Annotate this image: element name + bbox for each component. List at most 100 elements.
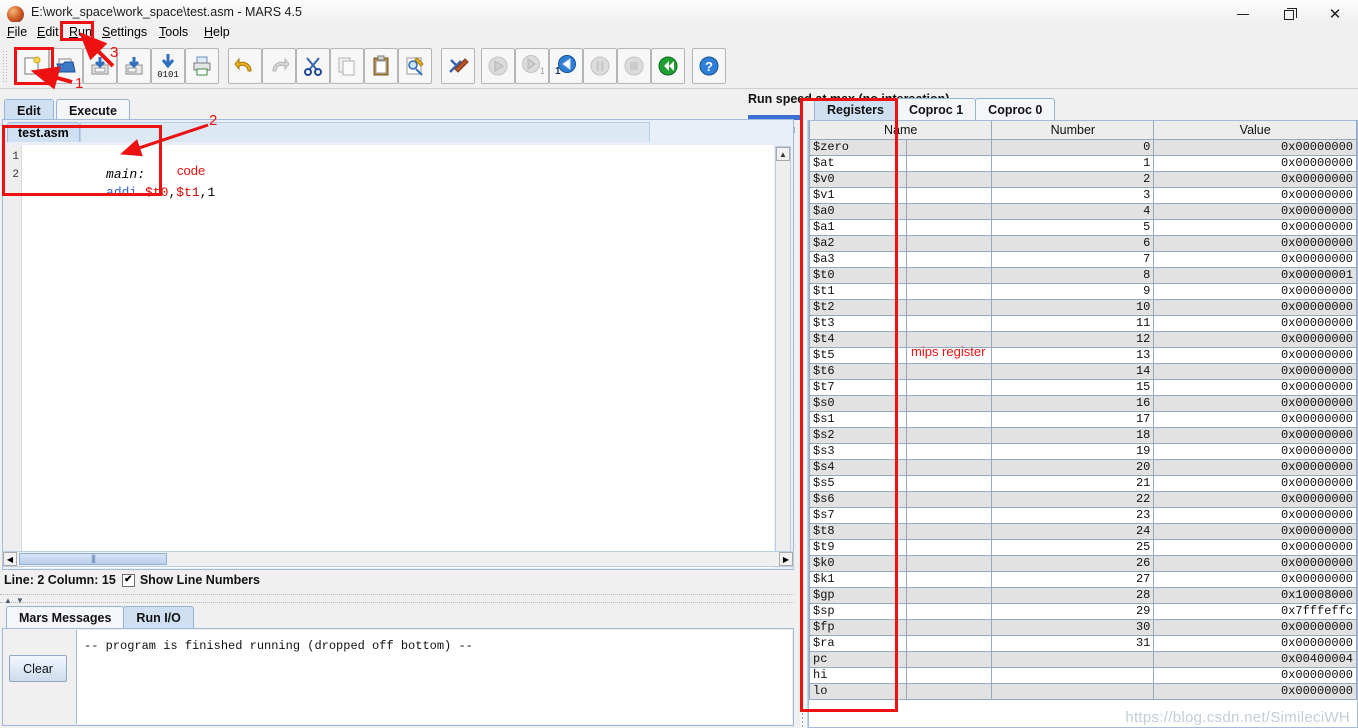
register-value-cell[interactable]: 0x00000001 <box>1154 267 1357 283</box>
register-value-cell[interactable]: 0x00000000 <box>1154 491 1357 507</box>
register-value-cell[interactable]: 0x00000000 <box>1154 555 1357 571</box>
step-backward-button[interactable]: 1 <box>549 48 583 84</box>
run-button[interactable] <box>481 48 515 84</box>
toolbar-grip[interactable] <box>2 50 8 82</box>
scroll-left-icon[interactable]: ◀ <box>3 552 17 566</box>
table-row[interactable]: lo0x00000000 <box>810 683 1357 699</box>
tab-coproc-0[interactable]: Coproc 0 <box>975 98 1055 120</box>
table-row[interactable]: $a370x00000000 <box>810 251 1357 267</box>
registers-left-gutter[interactable] <box>800 120 808 728</box>
register-value-cell[interactable]: 0x00000000 <box>1154 459 1357 475</box>
register-value-cell[interactable]: 0x00000000 <box>1154 523 1357 539</box>
table-row[interactable]: $sp290x7fffeffc <box>810 603 1357 619</box>
register-value-cell[interactable]: 0x00000000 <box>1154 235 1357 251</box>
table-row[interactable]: $s5210x00000000 <box>810 475 1357 491</box>
stop-button[interactable] <box>617 48 651 84</box>
scroll-right-icon[interactable]: ▶ <box>779 552 793 566</box>
tab-edit[interactable]: Edit <box>4 99 54 121</box>
tab-run-io[interactable]: Run I/O <box>123 606 193 628</box>
code-editor-area[interactable]: 1 2 main: addi $t0,$t1,1 <box>4 145 774 568</box>
scroll-up-icon[interactable]: ▲ <box>776 147 790 161</box>
table-row[interactable]: $t4120x00000000 <box>810 331 1357 347</box>
register-value-cell[interactable]: 0x00000000 <box>1154 203 1357 219</box>
table-row[interactable]: $s7230x00000000 <box>810 507 1357 523</box>
print-button[interactable] <box>185 48 219 84</box>
register-value-cell[interactable]: 0x00000000 <box>1154 139 1357 155</box>
table-row[interactable]: $gp280x10008000 <box>810 587 1357 603</box>
table-row[interactable]: $a260x00000000 <box>810 235 1357 251</box>
register-value-cell[interactable]: 0x00000000 <box>1154 171 1357 187</box>
code-text[interactable]: main: addi $t0,$t1,1 <box>28 148 774 184</box>
register-value-cell[interactable]: 0x00000000 <box>1154 283 1357 299</box>
dump-memory-button[interactable]: 0101 <box>151 48 185 84</box>
table-row[interactable]: $s3190x00000000 <box>810 443 1357 459</box>
tab-execute[interactable]: Execute <box>56 99 130 121</box>
table-row[interactable]: $t8240x00000000 <box>810 523 1357 539</box>
split-pane-divider[interactable]: ▲ ▼ <box>0 594 794 603</box>
column-header-number[interactable]: Number <box>992 121 1154 139</box>
register-value-cell[interactable]: 0x10008000 <box>1154 587 1357 603</box>
table-row[interactable]: $a150x00000000 <box>810 219 1357 235</box>
file-tab-test-asm[interactable]: test.asm <box>7 122 80 142</box>
pause-button[interactable] <box>583 48 617 84</box>
table-row[interactable]: $v130x00000000 <box>810 187 1357 203</box>
tab-mars-messages[interactable]: Mars Messages <box>6 606 124 628</box>
register-value-cell[interactable]: 0x00000000 <box>1154 363 1357 379</box>
register-value-cell[interactable]: 0x00000000 <box>1154 155 1357 171</box>
table-row[interactable]: $fp300x00000000 <box>810 619 1357 635</box>
table-row[interactable]: $at10x00000000 <box>810 155 1357 171</box>
assemble-button[interactable] <box>441 48 475 84</box>
tab-registers[interactable]: Registers <box>814 98 897 120</box>
clear-button[interactable]: Clear <box>9 655 67 682</box>
table-row[interactable]: $s1170x00000000 <box>810 411 1357 427</box>
register-value-cell[interactable]: 0x00000000 <box>1154 411 1357 427</box>
editor-horizontal-scrollbar[interactable]: ◀ ▶ <box>2 551 794 567</box>
cut-button[interactable] <box>296 48 330 84</box>
registers-table-wrapper[interactable]: Name Number Value $zero00x00000000$at10x… <box>808 120 1358 728</box>
register-value-cell[interactable]: 0x00000000 <box>1154 347 1357 363</box>
new-file-button[interactable] <box>15 48 49 84</box>
table-row[interactable]: $s0160x00000000 <box>810 395 1357 411</box>
register-value-cell[interactable]: 0x00000000 <box>1154 187 1357 203</box>
register-value-cell[interactable]: 0x00000000 <box>1154 443 1357 459</box>
undo-button[interactable] <box>228 48 262 84</box>
table-row[interactable]: hi0x00000000 <box>810 667 1357 683</box>
table-row[interactable]: $t190x00000000 <box>810 283 1357 299</box>
table-row[interactable]: $t5130x00000000 <box>810 347 1357 363</box>
menu-item-help[interactable]: Help <box>197 22 237 42</box>
table-row[interactable]: $a040x00000000 <box>810 203 1357 219</box>
register-value-cell[interactable]: 0x00000000 <box>1154 619 1357 635</box>
table-row[interactable]: $t9250x00000000 <box>810 539 1357 555</box>
reset-button[interactable] <box>651 48 685 84</box>
table-row[interactable]: $t080x00000001 <box>810 267 1357 283</box>
table-row[interactable]: $ra310x00000000 <box>810 635 1357 651</box>
find-replace-button[interactable] <box>398 48 432 84</box>
menu-item-edit[interactable]: Edit <box>30 22 66 42</box>
register-value-cell[interactable]: 0x00000000 <box>1154 683 1357 699</box>
register-value-cell[interactable]: 0x00000000 <box>1154 571 1357 587</box>
register-value-cell[interactable]: 0x00000000 <box>1154 379 1357 395</box>
hscroll-thumb[interactable] <box>19 553 167 565</box>
menu-item-tools[interactable]: Tools <box>152 22 195 42</box>
register-value-cell[interactable]: 0x00000000 <box>1154 475 1357 491</box>
register-value-cell[interactable]: 0x00000000 <box>1154 539 1357 555</box>
register-value-cell[interactable]: 0x00400004 <box>1154 651 1357 667</box>
tab-coproc-1[interactable]: Coproc 1 <box>896 98 976 120</box>
register-value-cell[interactable]: 0x00000000 <box>1154 251 1357 267</box>
table-row[interactable]: pc0x00400004 <box>810 651 1357 667</box>
run-io-output[interactable]: -- program is finished running (dropped … <box>76 630 792 724</box>
menu-item-run[interactable]: Run <box>62 22 99 42</box>
register-value-cell[interactable]: 0x00000000 <box>1154 299 1357 315</box>
table-row[interactable]: $s4200x00000000 <box>810 459 1357 475</box>
table-row[interactable]: $t6140x00000000 <box>810 363 1357 379</box>
table-row[interactable]: $t7150x00000000 <box>810 379 1357 395</box>
menu-item-settings[interactable]: Settings <box>95 22 154 42</box>
collapse-down-icon[interactable]: ▼ <box>16 596 24 605</box>
table-row[interactable]: $s2180x00000000 <box>810 427 1357 443</box>
save-as-button[interactable] <box>117 48 151 84</box>
collapse-up-icon[interactable]: ▲ <box>4 596 12 605</box>
column-header-name[interactable]: Name <box>810 121 992 139</box>
table-row[interactable]: $s6220x00000000 <box>810 491 1357 507</box>
table-row[interactable]: $t3110x00000000 <box>810 315 1357 331</box>
register-value-cell[interactable]: 0x00000000 <box>1154 427 1357 443</box>
